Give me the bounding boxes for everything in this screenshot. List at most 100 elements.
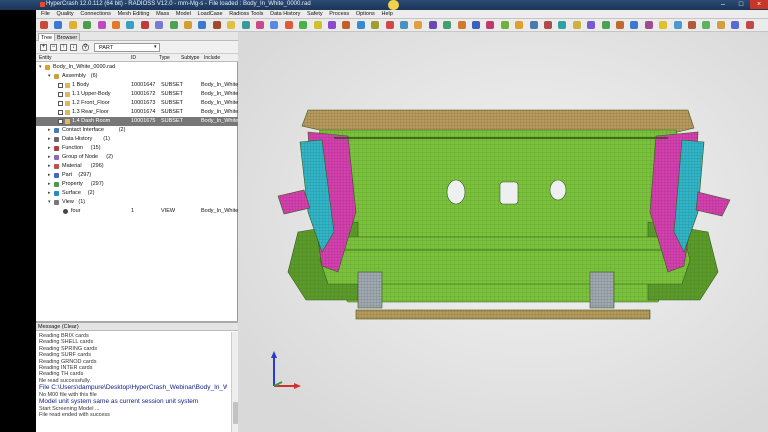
left-bracket-part-mesh[interactable] — [358, 272, 382, 308]
tree-row[interactable]: ▸ Part (297) — [36, 171, 238, 180]
toolbar-tool-icon[interactable] — [731, 21, 740, 29]
show-icon[interactable]: ↑ — [60, 44, 67, 51]
tree-row[interactable]: ▾ Assembly (6) — [36, 72, 238, 81]
close-button[interactable]: × — [750, 0, 768, 9]
menu-loadcase[interactable]: LoadCase — [198, 10, 223, 19]
menu-connections[interactable]: Connections — [80, 10, 111, 19]
expand-arrow-icon[interactable]: ▸ — [48, 180, 53, 189]
body-in-white-model[interactable] — [238, 32, 768, 432]
tree-row[interactable]: ▾ View (1) — [36, 198, 238, 207]
toolbar-tool-icon[interactable] — [68, 21, 77, 29]
expand-arrow-icon[interactable]: ▸ — [48, 144, 53, 153]
toolbar-tool-icon[interactable] — [356, 21, 365, 29]
visibility-checkbox[interactable] — [58, 119, 63, 124]
tree-row[interactable]: ▸ Contact Interface (2) — [36, 126, 238, 135]
filter-icon[interactable]: ⚲ — [82, 44, 89, 51]
toolbar-tool-icon[interactable] — [371, 21, 380, 29]
toolbar-tool-icon[interactable] — [270, 21, 279, 29]
tree-row[interactable]: ▸ Data History (1) — [36, 135, 238, 144]
toolbar-tool-icon[interactable] — [702, 21, 711, 29]
upper-cowl-part-mesh[interactable] — [302, 110, 694, 132]
col-include[interactable]: Include — [204, 54, 220, 62]
expand-arrow-icon[interactable]: ▸ — [48, 126, 53, 135]
toolbar-tool-icon[interactable] — [112, 21, 120, 29]
tree-row[interactable]: four 1 VIEW Body_In_White_0 — [36, 207, 244, 216]
menu-options[interactable]: Options — [356, 10, 375, 19]
chevron-down-icon[interactable]: ▾ — [154, 44, 157, 50]
toolbar-tool-icon[interactable] — [284, 21, 293, 29]
tree-row[interactable]: ▸ Function (15) — [36, 144, 238, 153]
dash-cutout-center[interactable] — [499, 181, 519, 205]
minimize-button[interactable]: – — [714, 0, 732, 9]
right-bracket-part-mesh[interactable] — [590, 272, 614, 308]
toolbar-tool-icon[interactable] — [457, 21, 466, 29]
dash-cutout-left[interactable] — [446, 179, 466, 205]
toolbar-tool-icon[interactable] — [472, 21, 480, 29]
toolbar-tool-icon[interactable] — [443, 21, 452, 29]
expand-arrow-icon[interactable]: ▾ — [48, 198, 53, 207]
toolbar-tool-icon[interactable] — [54, 21, 63, 29]
toolbar-tool-icon[interactable] — [184, 21, 192, 29]
toolbar-tool-icon[interactable] — [659, 21, 668, 29]
hide-icon[interactable]: ↓ — [70, 44, 77, 51]
menu-process[interactable]: Process — [329, 10, 349, 19]
dash-cutout-right[interactable] — [549, 179, 567, 201]
toolbar-tool-icon[interactable] — [342, 21, 351, 29]
toolbar-tool-icon[interactable] — [745, 21, 754, 29]
tree-row[interactable]: ▸ Group of Node (2) — [36, 153, 238, 162]
tree-row[interactable]: 1.2 Front_Floor 10001673 SUBSET Body_In_Whi… — [36, 99, 244, 108]
toolbar-tool-icon[interactable] — [428, 21, 437, 29]
entity-filter-select[interactable]: PART — [94, 43, 160, 52]
col-subtype[interactable]: Subtype — [181, 54, 199, 62]
toolbar-tool-icon[interactable] — [198, 21, 207, 29]
menu-radioss-tools[interactable]: Radioss Tools — [229, 10, 263, 19]
toolbar-tool-icon[interactable] — [126, 21, 135, 29]
graphics-viewport[interactable] — [238, 32, 768, 432]
expand-arrow-icon[interactable]: ▸ — [48, 153, 53, 162]
tree-row[interactable]: 1.4 Dash Room 10001675 SUBSET Body_In_White… — [36, 117, 244, 126]
toolbar-tool-icon[interactable] — [630, 21, 639, 29]
col-type[interactable]: Type — [159, 54, 170, 62]
tree-row[interactable]: 1.3 Rear_Floor 10001674 SUBSET Body_In_Whit… — [36, 108, 244, 117]
tree-row[interactable]: 1.1 Upper-Body 10001672 SUBSET Body_In_Whit… — [36, 90, 244, 99]
toolbar-tool-icon[interactable] — [227, 21, 236, 29]
expand-arrow-icon[interactable]: ▸ — [48, 189, 53, 198]
toolbar-tool-icon[interactable] — [414, 21, 423, 29]
col-entity[interactable]: Entity — [39, 54, 52, 62]
toolbar-tool-icon[interactable] — [212, 21, 221, 29]
toolbar-tool-icon[interactable] — [716, 21, 725, 29]
menu-file[interactable]: File — [41, 10, 50, 19]
expand-arrow-icon[interactable]: ▸ — [48, 135, 53, 144]
tree-row[interactable]: 1 Body 10001647 SUBSET Body_In_White_0 — [36, 81, 244, 90]
menu-quality[interactable]: Quality — [57, 10, 74, 19]
toolbar-tool-icon[interactable] — [140, 21, 149, 29]
toolbar-tool-icon[interactable] — [299, 21, 308, 29]
col-id[interactable]: ID — [131, 54, 136, 62]
menu-data-history[interactable]: Data History — [270, 10, 300, 19]
toolbar-tool-icon[interactable] — [486, 21, 495, 29]
toolbar-tool-icon[interactable] — [688, 21, 696, 29]
toolbar-tool-icon[interactable] — [587, 21, 596, 29]
bottom-rail-part-mesh[interactable] — [356, 310, 650, 319]
toolbar-tool-icon[interactable] — [328, 21, 336, 29]
tree-row[interactable]: ▾ Body_In_White_0000.rad — [36, 63, 238, 72]
expand-arrow-icon[interactable]: ▾ — [48, 72, 53, 81]
visibility-checkbox[interactable] — [58, 101, 63, 106]
toolbar-tool-icon[interactable] — [241, 21, 250, 29]
expand-arrow-icon[interactable]: ▾ — [39, 63, 44, 72]
message-scrollbar[interactable] — [231, 332, 238, 432]
visibility-checkbox[interactable] — [58, 83, 63, 88]
maximize-button[interactable]: □ — [732, 0, 750, 9]
menu-model[interactable]: Model — [176, 10, 191, 19]
menu-help[interactable]: Help — [381, 10, 392, 19]
toolbar-tool-icon[interactable] — [500, 21, 509, 29]
expand-arrow-icon[interactable]: ▸ — [48, 162, 53, 171]
toolbar-tool-icon[interactable] — [40, 21, 48, 29]
toolbar-tool-icon[interactable] — [544, 21, 552, 29]
visibility-checkbox[interactable] — [58, 110, 63, 115]
expand-arrow-icon[interactable]: ▸ — [48, 171, 53, 180]
toolbar-tool-icon[interactable] — [97, 21, 106, 29]
collapse-icon[interactable]: − — [50, 44, 57, 51]
toolbar-tool-icon[interactable] — [616, 21, 624, 29]
toolbar-tool-icon[interactable] — [400, 21, 408, 29]
